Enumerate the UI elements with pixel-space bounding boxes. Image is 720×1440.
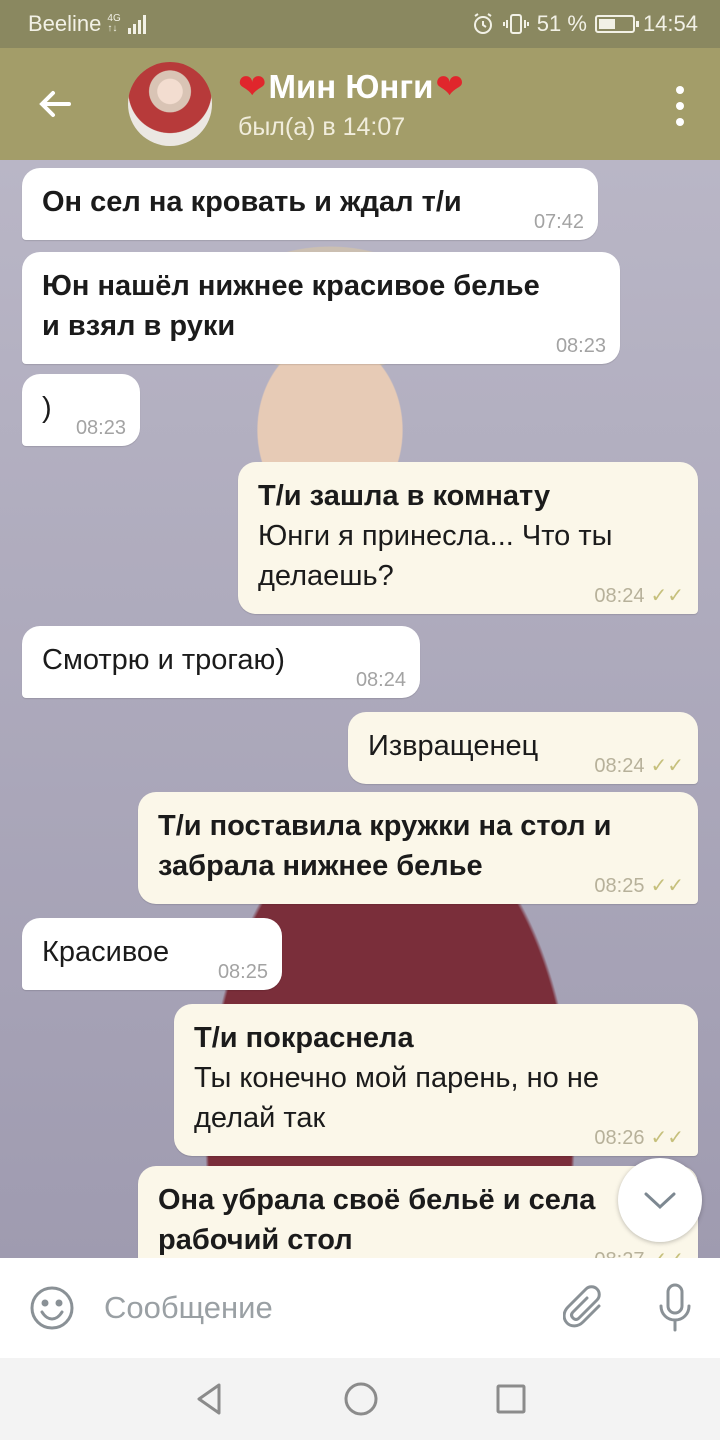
contact-avatar[interactable] <box>128 62 212 146</box>
alarm-icon <box>473 13 492 34</box>
message-text: Т/и поставила кружки на стол и забрала н… <box>158 810 612 882</box>
message-time: 08:24 ✓✓ <box>594 585 684 607</box>
network-type: 4G ↑↓ <box>107 14 120 34</box>
message-time: 08:25 ✓✓ <box>594 875 684 897</box>
chat-header: ❤ Мин Юнги ❤ был(а) в 14:07 <box>0 48 720 160</box>
heart-icon-right: ❤ <box>435 67 464 106</box>
clock: 14:54 <box>642 11 698 36</box>
message-text-line2: Ты конечно мой парень, но не делай так <box>194 1062 599 1134</box>
contact-info[interactable]: ❤ Мин Юнги ❤ был(а) в 14:07 <box>238 67 464 142</box>
message-text: ) <box>42 392 52 424</box>
message-time: 08:23 <box>75 417 126 439</box>
chevron-down-icon <box>644 1192 676 1210</box>
message-incoming[interactable]: ) 08:23 <box>22 374 140 446</box>
last-seen-status: был(а) в 14:07 <box>238 112 406 141</box>
message-time: 08:24 ✓✓ <box>594 755 684 777</box>
message-text: Она убрала своё бельё и села рабочий сто… <box>158 1184 596 1256</box>
read-checks-icon: ✓✓ <box>650 875 684 897</box>
signal-icon <box>127 14 146 34</box>
emoji-button[interactable] <box>0 1258 104 1358</box>
scroll-down-button[interactable] <box>618 1158 702 1242</box>
message-incoming[interactable]: Красивое 08:25 <box>22 918 282 990</box>
message-incoming[interactable]: Смотрю и трогаю) 08:24 <box>22 626 420 698</box>
message-outgoing[interactable]: Извращенец 08:24 ✓✓ <box>348 712 698 784</box>
message-time: 08:25 <box>217 961 268 983</box>
status-bar: Beeline 4G ↑↓ 51 % 14:54 <box>0 0 720 48</box>
message-time: 08:27✓✓ <box>594 1250 684 1258</box>
message-text: Смотрю и трогаю) <box>42 644 285 676</box>
battery-icon <box>594 15 639 33</box>
message-text-line1: Т/и зашла в комнату <box>258 480 551 512</box>
vibrate-icon <box>502 14 529 34</box>
carrier-name: Beeline <box>28 11 102 36</box>
more-options-button[interactable] <box>670 86 690 126</box>
message-time: 07:42 <box>533 211 584 233</box>
smile-icon <box>30 1286 74 1330</box>
arrow-left-icon <box>39 91 71 117</box>
network-type-bottom: ↑↓ <box>107 23 118 34</box>
message-list[interactable]: Он сел на кровать и ждал т/и 07:42 Юн на… <box>0 160 720 1258</box>
message-incoming[interactable]: Он сел на кровать и ждал т/и 07:42 <box>22 168 598 240</box>
message-text-line2: Юнги я принесла... Что ты делаешь? <box>258 520 613 592</box>
attach-button[interactable] <box>540 1258 630 1358</box>
message-outgoing[interactable]: Т/и поставила кружки на стол и забрала н… <box>138 792 698 904</box>
triangle-back-icon[interactable] <box>193 1382 227 1416</box>
read-checks-icon: ✓✓ <box>650 1127 684 1149</box>
heart-icon-left: ❤ <box>238 67 267 106</box>
battery-percent: 51 % <box>536 11 587 36</box>
message-time: 08:26 ✓✓ <box>594 1127 684 1149</box>
square-recents-icon[interactable] <box>495 1383 527 1415</box>
message-input[interactable] <box>104 1258 540 1358</box>
microphone-button[interactable] <box>630 1258 720 1358</box>
paperclip-icon <box>563 1285 601 1328</box>
message-text: Красивое <box>42 936 170 968</box>
message-input-bar <box>0 1258 720 1358</box>
read-checks-icon: ✓✓ <box>650 755 684 777</box>
contact-name: ❤ Мин Юнги ❤ <box>238 67 464 107</box>
status-right: 51 % 14:54 <box>471 11 698 37</box>
battery-level-fill <box>598 19 615 29</box>
message-time: 08:23 <box>555 335 606 357</box>
message-outgoing[interactable]: Она убрала своё бельё и села рабочий сто… <box>138 1166 698 1258</box>
read-checks-icon: ✓✓ <box>650 585 684 607</box>
message-text: Извращенец <box>368 730 539 762</box>
status-left: Beeline 4G ↑↓ <box>28 11 146 37</box>
message-incoming[interactable]: Юн нашёл нижнее красивое белье и взял в … <box>22 252 620 364</box>
message-time: 08:24 <box>355 669 406 691</box>
microphone-icon <box>659 1283 691 1332</box>
more-vertical-icon <box>676 86 684 94</box>
system-navigation-bar <box>0 1358 720 1440</box>
message-outgoing[interactable]: Т/и покраснела Ты конечно мой парень, но… <box>174 1004 698 1156</box>
circle-home-icon[interactable] <box>343 1381 379 1417</box>
message-outgoing[interactable]: Т/и зашла в комнату Юнги я принесла... Ч… <box>238 462 698 614</box>
message-text: Он сел на кровать и ждал т/и <box>42 186 462 218</box>
back-button[interactable] <box>0 48 110 160</box>
message-text: Юн нашёл нижнее красивое белье и взял в … <box>42 270 540 342</box>
read-checks-icon: ✓✓ <box>650 1250 684 1258</box>
contact-name-text: Мин Юнги <box>268 67 434 105</box>
message-text-line1: Т/и покраснела <box>194 1022 414 1054</box>
